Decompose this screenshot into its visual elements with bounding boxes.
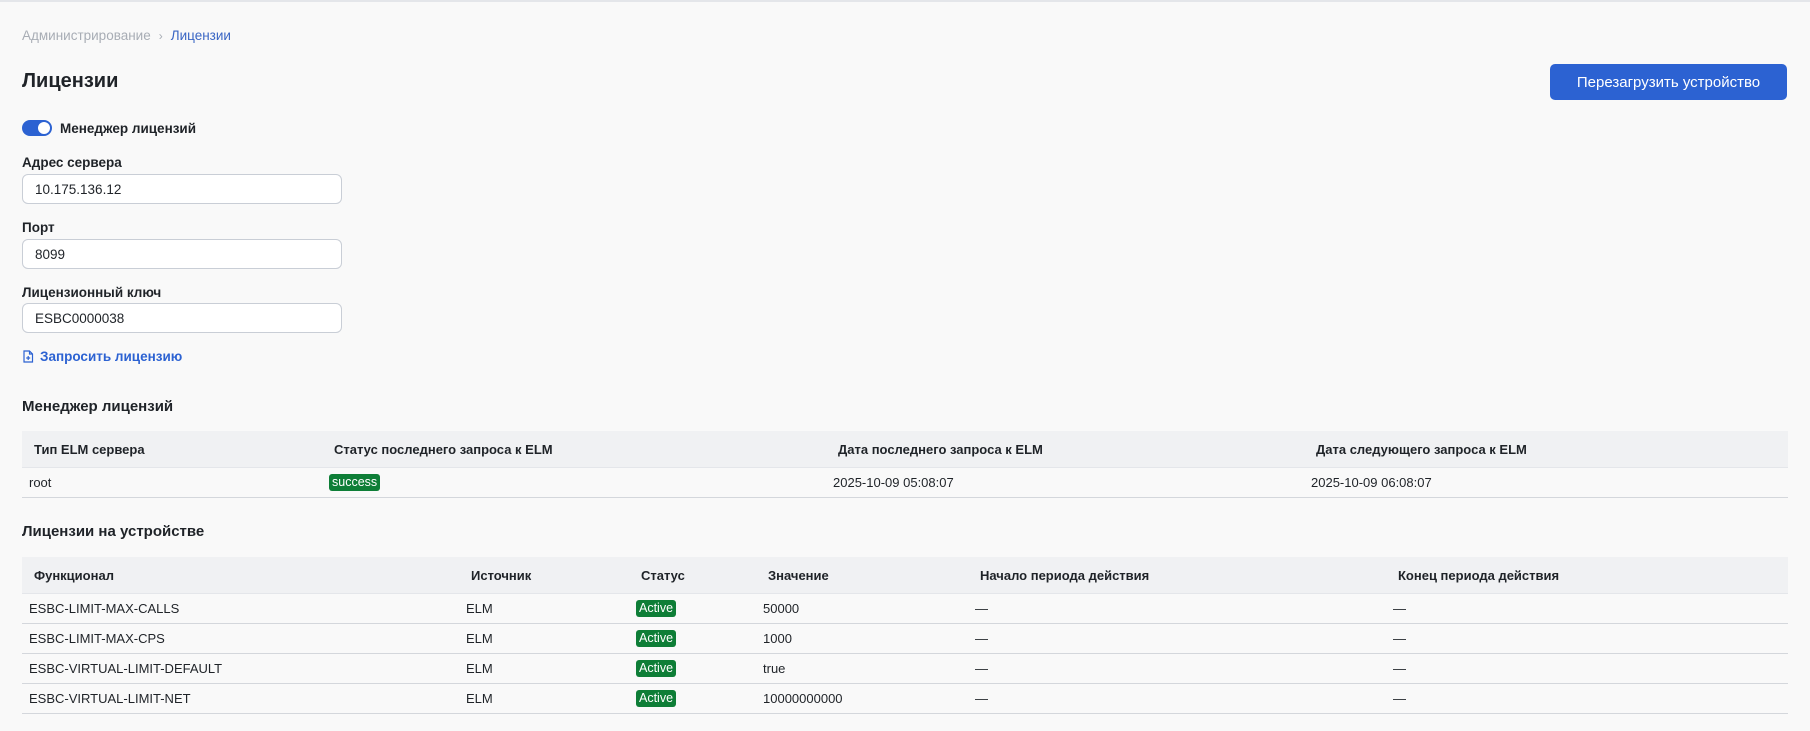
- license-key-label: Лицензионный ключ: [22, 285, 162, 300]
- value-cell: 50000: [756, 593, 968, 624]
- start-cell: —: [968, 593, 1386, 624]
- file-plus-icon: [23, 350, 34, 363]
- elm-table: Тип ELM сервера Статус последнего запрос…: [22, 431, 1788, 498]
- breadcrumb-parent-link[interactable]: Администрирование: [22, 28, 151, 43]
- start-cell: —: [968, 623, 1386, 654]
- breadcrumb: Администрирование › Лицензии: [22, 28, 231, 43]
- table-header-row: Функционал Источник Статус Значение Нача…: [22, 557, 1788, 594]
- status-cell: Active: [629, 653, 756, 684]
- end-cell: —: [1386, 623, 1788, 654]
- toggle-knob: [38, 122, 50, 134]
- status-badge: Active: [636, 600, 677, 617]
- elm-section-title: Менеджер лицензий: [22, 398, 174, 415]
- table-row: root success 2025-10-09 05:08:07 2025-10…: [22, 467, 1788, 498]
- column-header[interactable]: Дата последнего запроса к ELM: [826, 431, 1304, 468]
- column-header[interactable]: Статус: [629, 557, 756, 594]
- request-license-label: Запросить лицензию: [40, 349, 183, 364]
- feature-cell: ESBC-LIMIT-MAX-CALLS: [22, 593, 459, 624]
- status-badge: success: [329, 474, 381, 491]
- server-address-input[interactable]: 10.175.136.12: [22, 174, 342, 204]
- top-divider: [0, 0, 1810, 2]
- column-header[interactable]: Конец периода действия: [1386, 557, 1788, 594]
- start-cell: —: [968, 683, 1386, 714]
- source-cell: ELM: [459, 683, 629, 714]
- chevron-right-icon: ›: [158, 28, 163, 43]
- table-row: ESBC-VIRTUAL-LIMIT-DEFAULT ELM Active tr…: [22, 653, 1788, 684]
- table-row: ESBC-VIRTUAL-LIMIT-NET ELM Active 100000…: [22, 683, 1788, 714]
- table-header-row: Тип ELM сервера Статус последнего запрос…: [22, 431, 1788, 468]
- page-title: Лицензии: [22, 70, 119, 92]
- value-cell: 10000000000: [756, 683, 968, 714]
- license-manager-toggle-row: Менеджер лицензий: [22, 120, 196, 136]
- elm-last-date-cell: 2025-10-09 05:08:07: [826, 467, 1304, 498]
- status-cell: Active: [629, 683, 756, 714]
- device-licenses-table: Функционал Источник Статус Значение Нача…: [22, 557, 1788, 714]
- elm-type-cell: root: [22, 467, 322, 498]
- value-cell: true: [756, 653, 968, 684]
- license-manager-toggle[interactable]: [22, 120, 52, 136]
- start-cell: —: [968, 653, 1386, 684]
- elm-status-cell: success: [322, 467, 826, 498]
- license-manager-toggle-label: Менеджер лицензий: [60, 120, 197, 136]
- feature-cell: ESBC-LIMIT-MAX-CPS: [22, 623, 459, 654]
- end-cell: —: [1386, 593, 1788, 624]
- value-cell: 1000: [756, 623, 968, 654]
- table-row: ESBC-LIMIT-MAX-CALLS ELM Active 50000 — …: [22, 593, 1788, 624]
- source-cell: ELM: [459, 653, 629, 684]
- device-licenses-section-title: Лицензии на устройстве: [22, 523, 205, 540]
- feature-cell: ESBC-VIRTUAL-LIMIT-NET: [22, 683, 459, 714]
- status-cell: Active: [629, 593, 756, 624]
- status-badge: Active: [636, 660, 677, 677]
- feature-cell: ESBC-VIRTUAL-LIMIT-DEFAULT: [22, 653, 459, 684]
- status-cell: Active: [629, 623, 756, 654]
- server-address-label: Адрес сервера: [22, 155, 122, 170]
- column-header[interactable]: Источник: [459, 557, 629, 594]
- column-header[interactable]: Значение: [756, 557, 968, 594]
- column-header[interactable]: Дата следующего запроса к ELM: [1304, 431, 1788, 468]
- breadcrumb-current: Лицензии: [170, 28, 231, 43]
- table-row: ESBC-LIMIT-MAX-CPS ELM Active 1000 — —: [22, 623, 1788, 654]
- column-header[interactable]: Тип ELM сервера: [22, 431, 322, 468]
- column-header[interactable]: Функционал: [22, 557, 459, 594]
- source-cell: ELM: [459, 593, 629, 624]
- elm-next-date-cell: 2025-10-09 06:08:07: [1304, 467, 1788, 498]
- end-cell: —: [1386, 683, 1788, 714]
- port-input[interactable]: 8099: [22, 239, 342, 269]
- end-cell: —: [1386, 653, 1788, 684]
- source-cell: ELM: [459, 623, 629, 654]
- request-license-link[interactable]: Запросить лицензию: [22, 349, 182, 364]
- port-label: Порт: [22, 220, 55, 235]
- column-header[interactable]: Начало периода действия: [968, 557, 1386, 594]
- status-badge: Active: [636, 690, 677, 707]
- license-key-input[interactable]: ESBC0000038: [22, 303, 342, 333]
- column-header[interactable]: Статус последнего запроса к ELM: [322, 431, 826, 468]
- status-badge: Active: [636, 630, 677, 647]
- reboot-device-button[interactable]: Перезагрузить устройство: [1550, 64, 1787, 100]
